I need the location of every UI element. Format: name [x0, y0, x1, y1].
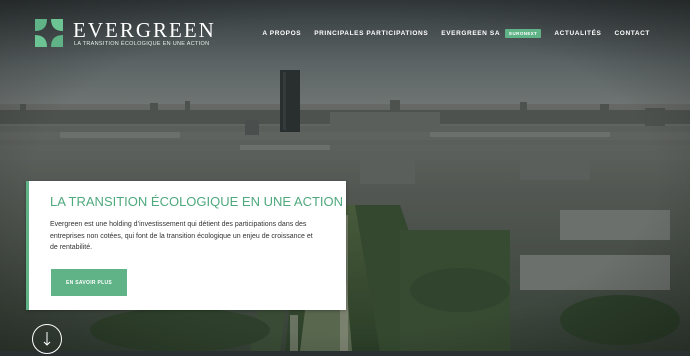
euronext-badge: EURONEXT — [505, 29, 542, 38]
hero-description: Evergreen est une holding d’investisseme… — [50, 221, 313, 251]
scroll-down-button[interactable] — [32, 324, 62, 354]
brand-name[interactable]: EVERGREEN — [73, 20, 216, 41]
evergreen-leaf-logo-icon[interactable] — [33, 17, 65, 49]
site-header: EVERGREEN LA TRANSITION ÉCOLOGIQUE EN UN… — [0, 0, 690, 62]
arrow-down-icon — [43, 332, 51, 346]
nav-item-evergreen-sa[interactable]: EVERGREEN SA EURONEXT — [441, 29, 542, 38]
nav-item-contact[interactable]: CONTACT — [615, 30, 651, 37]
nav-item-evergreen-sa-label: EVERGREEN SA — [441, 30, 501, 37]
hero-title: LA TRANSITION ÉCOLOGIQUE EN UNE ACTION — [50, 194, 344, 209]
nav-item-a-propos[interactable]: A PROPOS — [262, 30, 301, 37]
brand-tagline: LA TRANSITION ÉCOLOGIQUE EN UNE ACTION — [74, 41, 210, 47]
nav-item-principales-participations[interactable]: PRINCIPALES PARTICIPATIONS — [314, 30, 428, 37]
learn-more-button[interactable]: EN SAVOIR PLUS — [51, 269, 127, 296]
nav-item-actualites[interactable]: ACTUALITÉS — [554, 30, 601, 37]
main-navigation: A PROPOS PRINCIPALES PARTICIPATIONS EVER… — [249, 29, 650, 38]
hero-card: LA TRANSITION ÉCOLOGIQUE EN UNE ACTION E… — [26, 181, 346, 310]
